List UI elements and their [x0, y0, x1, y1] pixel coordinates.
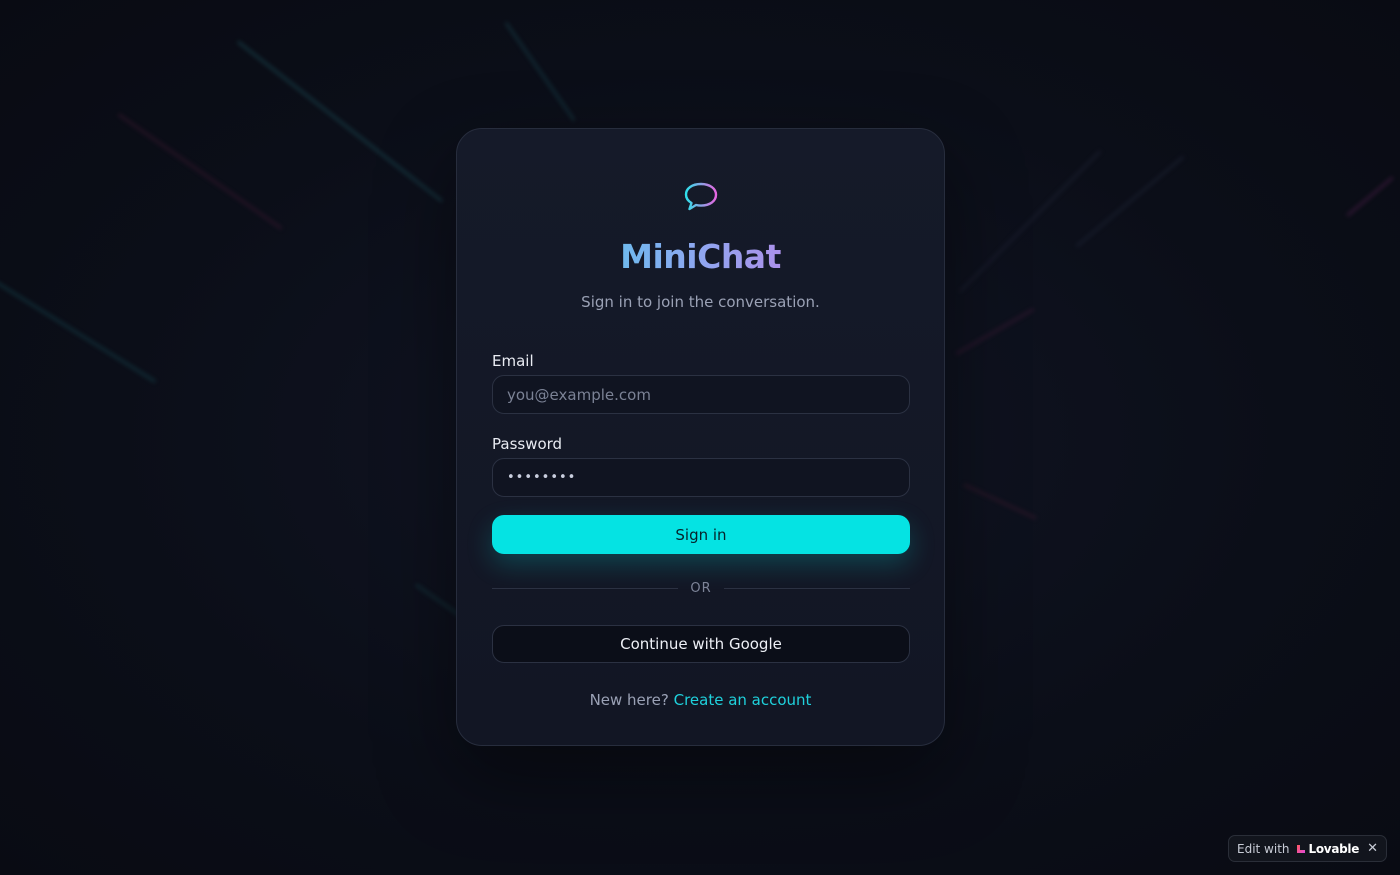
divider-line-left: [492, 587, 679, 589]
badge-prefix: Edit with: [1237, 841, 1290, 856]
badge-brand: Lovable: [1308, 841, 1360, 856]
divider-line-right: [723, 587, 911, 589]
close-icon[interactable]: ✕: [1367, 841, 1378, 856]
signin-button[interactable]: Sign in: [492, 515, 910, 554]
lovable-badge[interactable]: Edit with Lovable ✕: [1228, 835, 1387, 862]
divider-text: OR: [690, 580, 712, 596]
lovable-logo: Lovable: [1296, 841, 1360, 856]
create-account-link[interactable]: Create an account: [674, 691, 812, 709]
signin-card: MiniChat Sign in to join the conversatio…: [456, 128, 945, 746]
app-subtitle: Sign in to join the conversation.: [581, 293, 820, 311]
google-signin-button[interactable]: Continue with Google: [492, 625, 910, 663]
signup-prompt-text: New here?: [589, 691, 669, 709]
password-input[interactable]: [492, 458, 910, 497]
password-label: Password: [492, 435, 563, 453]
email-input[interactable]: [492, 375, 910, 414]
app-title: MiniChat: [457, 237, 944, 276]
email-label: Email: [492, 352, 534, 370]
signup-prompt: New here? Create an account: [457, 691, 944, 709]
chat-bubble-icon: [684, 182, 718, 211]
lovable-heart-icon: [1296, 844, 1305, 853]
or-divider: OR: [492, 579, 911, 597]
